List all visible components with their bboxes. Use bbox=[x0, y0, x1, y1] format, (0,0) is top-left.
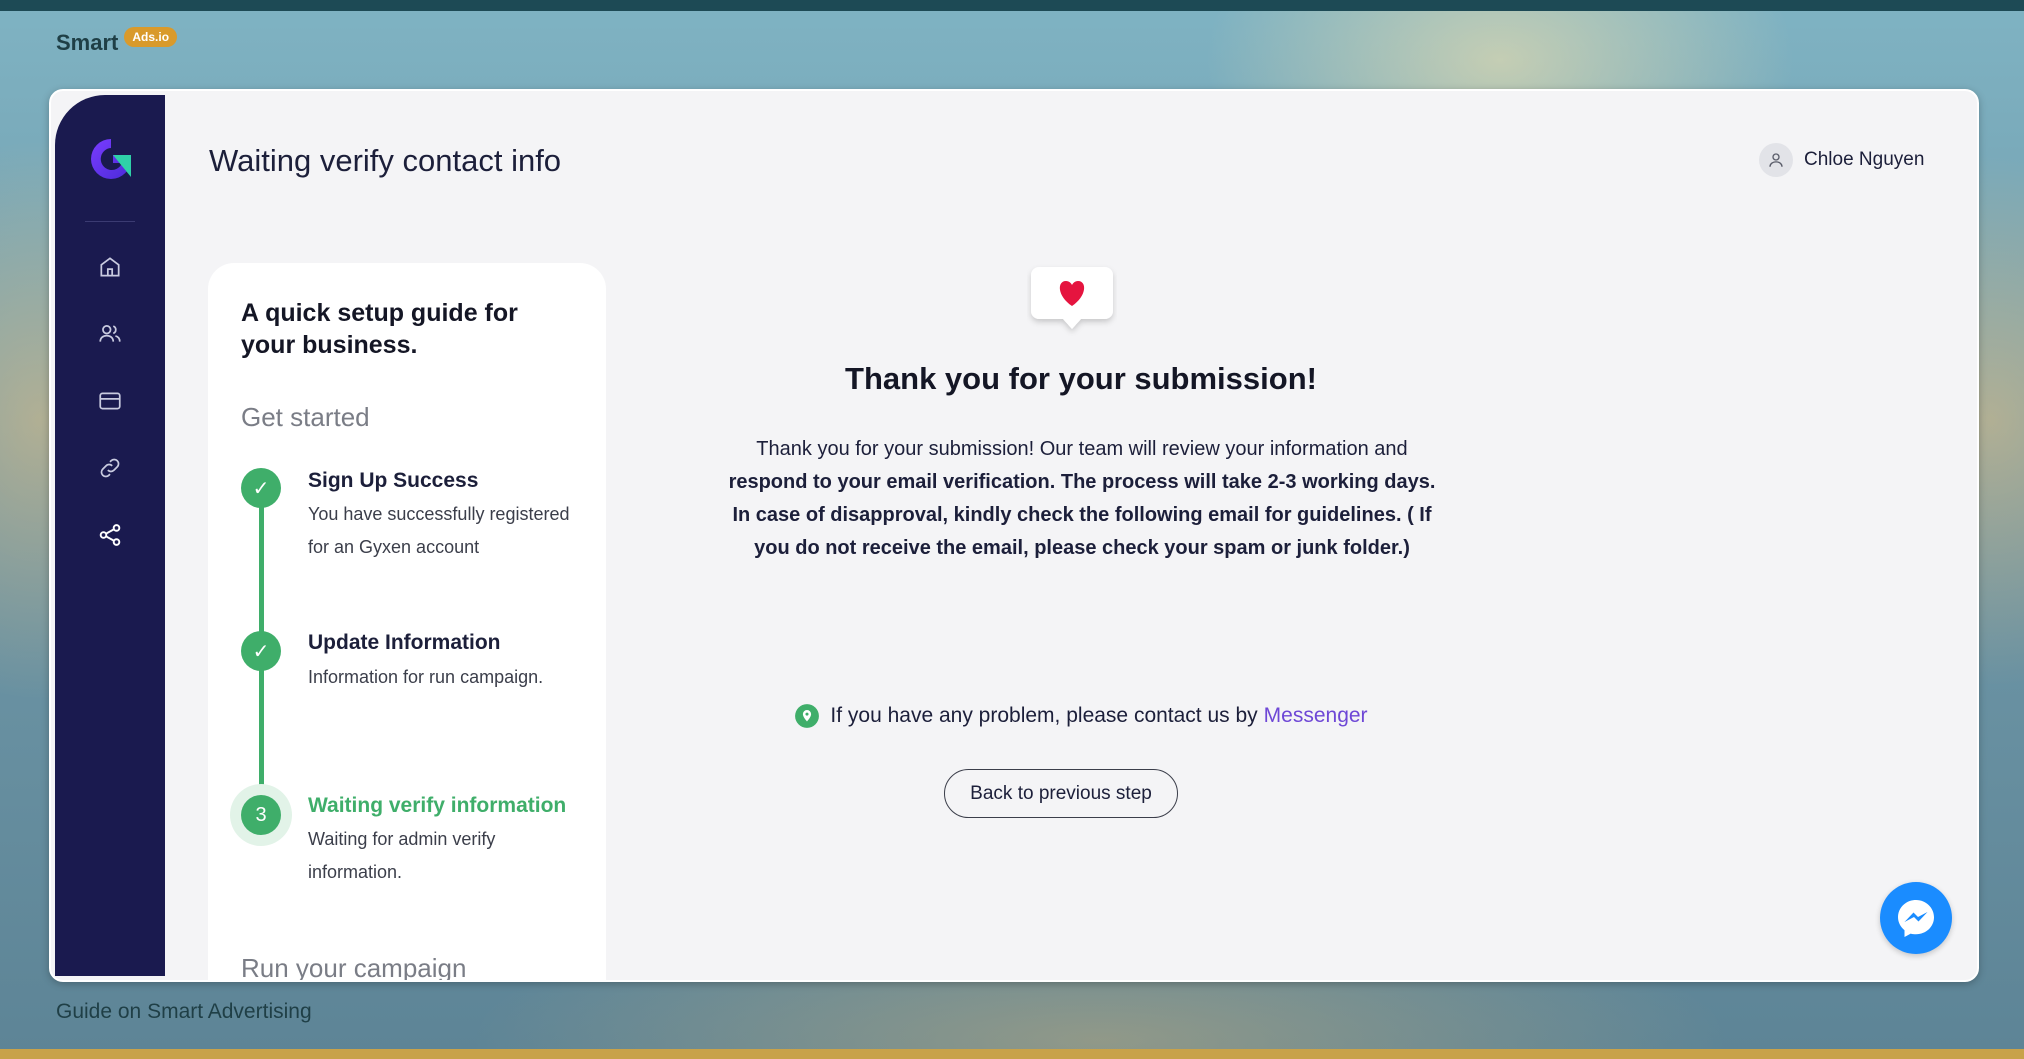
step-1-check-icon: ✓ bbox=[241, 468, 281, 508]
step-2-check-icon: ✓ bbox=[241, 631, 281, 671]
top-strip bbox=[0, 0, 2024, 11]
back-to-previous-step-button[interactable]: Back to previous step bbox=[944, 769, 1178, 818]
sidebar-divider bbox=[85, 221, 135, 222]
credit-card-icon[interactable] bbox=[95, 386, 125, 416]
bottom-strip bbox=[0, 1049, 2024, 1059]
step-3-desc: Waiting for admin verify information. bbox=[308, 829, 496, 882]
brand-name: Smart bbox=[56, 30, 119, 55]
thanks-message-plain: Thank you for your submission! Our team … bbox=[756, 438, 1408, 460]
contact-text: If you have any problem, please contact … bbox=[830, 704, 1258, 727]
messenger-chat-button[interactable] bbox=[1880, 882, 1952, 954]
messenger-link[interactable]: Messenger bbox=[1264, 704, 1368, 728]
section-run-campaign: Run your campaign bbox=[241, 953, 467, 982]
brand-logo: Smart Ads.io bbox=[56, 27, 178, 56]
step-1-title: Sign Up Success bbox=[308, 469, 479, 492]
heart-message-icon bbox=[1031, 267, 1113, 329]
location-pin-icon bbox=[795, 704, 820, 728]
step-1-desc: You have successfully registered for an … bbox=[308, 504, 570, 557]
step-3-title: Waiting verify information bbox=[308, 794, 567, 817]
thanks-title: Thank you for your submission! bbox=[845, 361, 1317, 396]
link-icon[interactable] bbox=[95, 453, 125, 483]
guide-title: A quick setup guide for your business. bbox=[241, 299, 518, 359]
step-2-desc: Information for run campaign. bbox=[308, 667, 544, 687]
step-2-title: Update Information bbox=[308, 631, 501, 654]
messenger-icon bbox=[1898, 900, 1934, 937]
step-3-number: 3 bbox=[241, 795, 281, 835]
user-menu[interactable]: Chloe Nguyen bbox=[1759, 143, 1924, 177]
thanks-message: Thank you for your submission! Our team … bbox=[727, 433, 1437, 565]
share-icon[interactable] bbox=[95, 520, 125, 550]
section-get-started: Get started bbox=[241, 402, 370, 432]
contact-line: If you have any problem, please contact … bbox=[611, 703, 1551, 729]
app-window: Waiting verify contact info Chloe Nguyen… bbox=[49, 89, 1979, 982]
brand-badge: Ads.io bbox=[124, 27, 178, 47]
users-icon[interactable] bbox=[95, 319, 125, 349]
setup-guide-panel: A quick setup guide for your business. G… bbox=[208, 263, 606, 982]
avatar bbox=[1759, 143, 1793, 177]
page-title: Waiting verify contact info bbox=[209, 143, 562, 178]
footer-title: Guide on Smart Advertising bbox=[56, 1000, 312, 1023]
home-icon[interactable] bbox=[95, 252, 125, 282]
user-name: Chloe Nguyen bbox=[1804, 149, 1925, 170]
thanks-message-strong: respond to your email verification. The … bbox=[728, 471, 1436, 559]
sidebar bbox=[55, 95, 165, 976]
app-logo-icon[interactable] bbox=[85, 133, 137, 185]
